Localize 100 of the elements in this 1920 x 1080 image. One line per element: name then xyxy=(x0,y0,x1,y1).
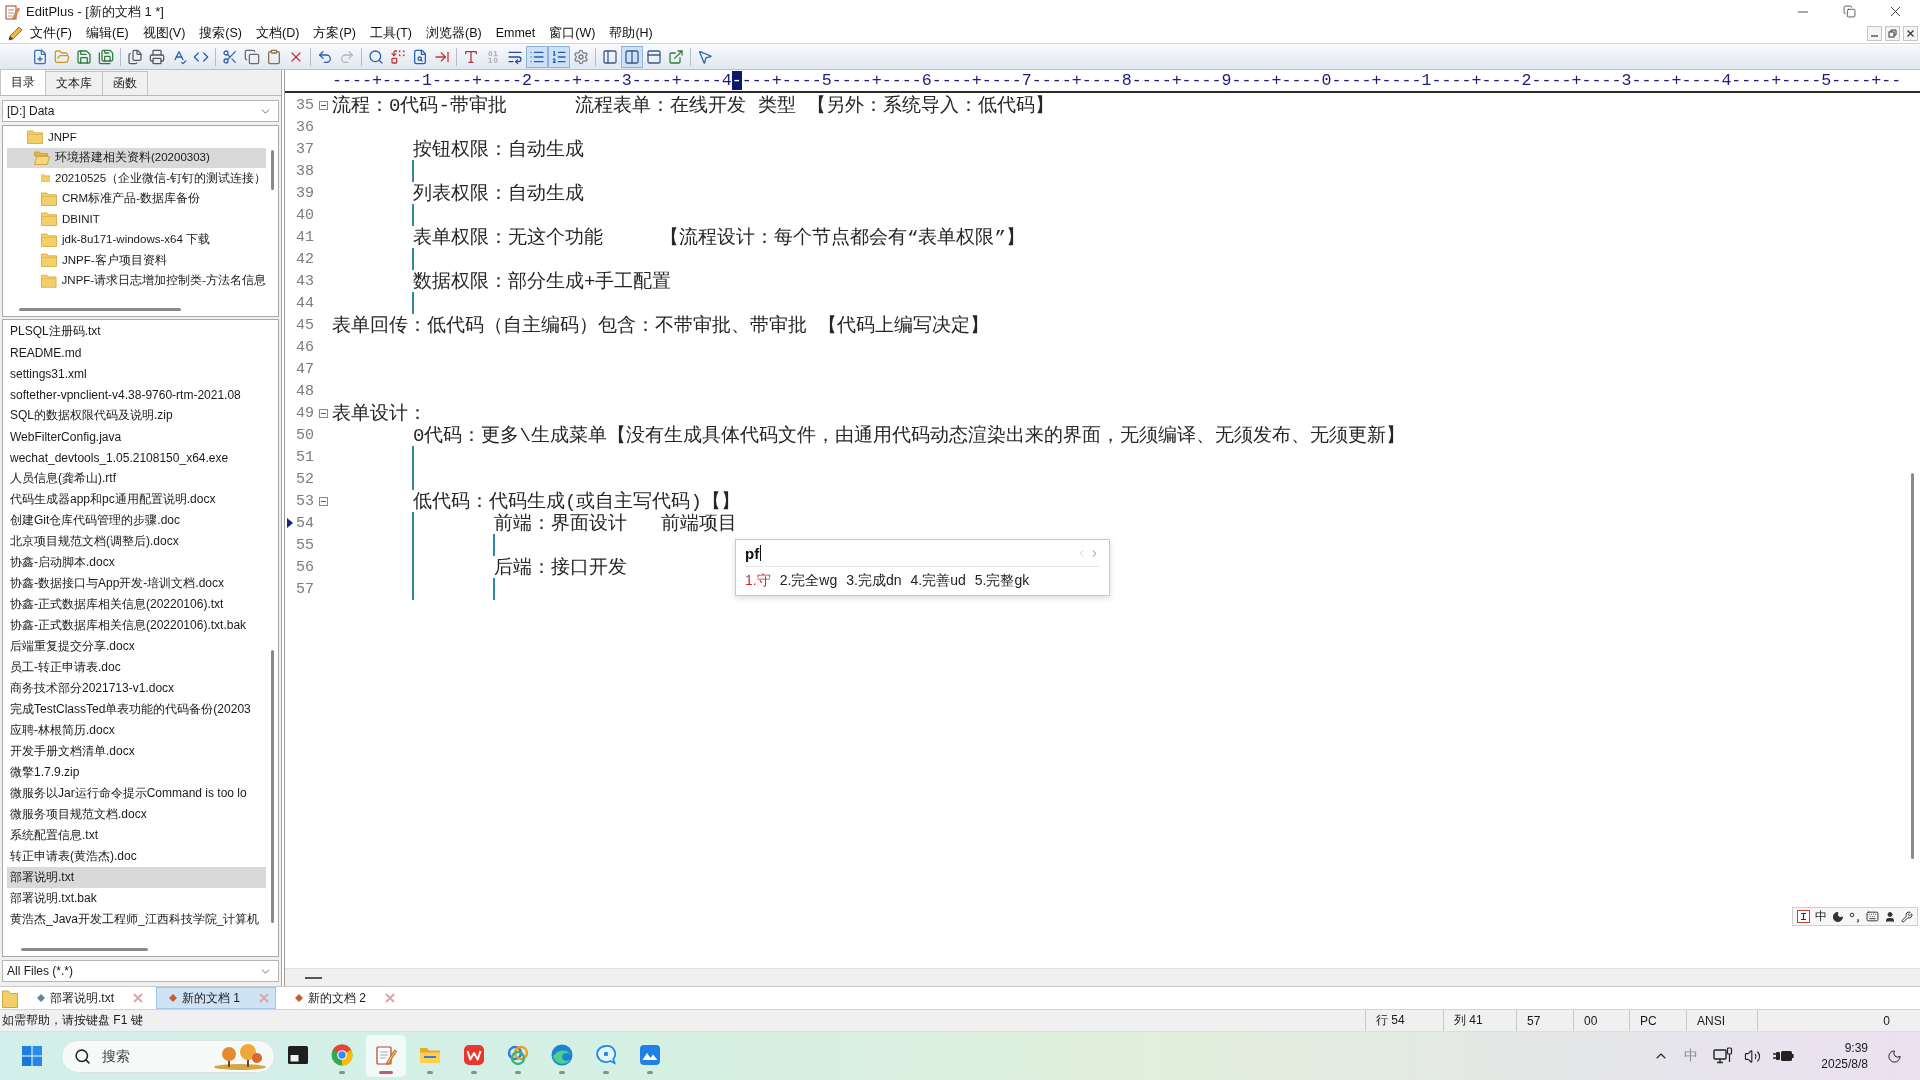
save-all-icon[interactable] xyxy=(98,48,114,65)
minimize-icon[interactable] xyxy=(1867,25,1882,41)
document-tab[interactable]: 部署说明.txt xyxy=(24,987,150,1009)
ime-candidate[interactable]: 3.完成dn xyxy=(846,572,902,590)
file-item[interactable]: 协鑫-数据接口与App开发-培训文档.docx xyxy=(7,573,266,594)
overlapping-rings-icon[interactable] xyxy=(506,1043,530,1067)
mountain-tile-icon[interactable] xyxy=(638,1043,662,1067)
menu-item[interactable]: 帮助(H) xyxy=(602,24,660,42)
input-method-icon[interactable] xyxy=(1797,910,1810,923)
ime-candidate[interactable]: 1.守 xyxy=(745,572,771,590)
moon-icon[interactable] xyxy=(1887,1048,1902,1064)
file-item[interactable]: 系统配置信息.txt xyxy=(7,825,266,846)
start-icon[interactable] xyxy=(22,1046,42,1066)
menu-item[interactable]: 编辑(E) xyxy=(78,24,136,42)
menu-item[interactable]: 文档(D) xyxy=(249,24,307,42)
file-item[interactable]: softether-vpnclient-v4.38-9760-rtm-2021.08 xyxy=(7,384,266,405)
scrollbar-thumb[interactable] xyxy=(19,307,181,311)
file-item[interactable]: 开发手册文档清单.docx xyxy=(7,741,266,762)
panel-tab[interactable]: 函数 xyxy=(102,71,148,95)
menu-item[interactable]: 文件(F) xyxy=(23,24,79,42)
spellcheck-icon[interactable] xyxy=(171,48,187,65)
file-item[interactable]: WebFilterConfig.java xyxy=(7,426,266,447)
file-item[interactable]: README.md xyxy=(7,342,266,363)
clock-time[interactable]: 9:39 xyxy=(1844,1041,1868,1055)
file-item[interactable]: 协鑫-正式数据库相关信息(20220106).txt.bak xyxy=(7,615,266,636)
tree-item[interactable]: CRM标准产品-数据库备份 xyxy=(7,188,266,209)
file-item[interactable]: 协鑫-启动脚本.docx xyxy=(7,552,266,573)
file-item[interactable]: wechat_devtools_1.05.2108150_x64.exe xyxy=(7,447,266,468)
tree-item[interactable]: JNPF xyxy=(7,127,266,148)
scrollbar-thumb[interactable] xyxy=(305,976,322,979)
menu-item[interactable]: 方案(P) xyxy=(306,24,363,42)
font-icon[interactable] xyxy=(463,48,479,65)
ime-candidate[interactable]: 4.完善ud xyxy=(910,572,966,590)
fold-icon[interactable] xyxy=(318,496,328,506)
file-item[interactable]: 微服务以Jar运行命令提示Command is too lo xyxy=(7,783,266,804)
file-item[interactable]: 部署说明.txt xyxy=(7,867,266,888)
close-icon[interactable] xyxy=(1903,25,1918,41)
user-icon[interactable] xyxy=(1884,910,1896,923)
menu-item[interactable]: 窗口(W) xyxy=(542,24,603,42)
file-item[interactable]: 部署说明.txt.bak xyxy=(7,888,266,909)
file-item[interactable]: 协鑫-正式数据库相关信息(20220106).txt xyxy=(7,594,266,615)
file-item[interactable]: 应聘-林根简历.docx xyxy=(7,720,266,741)
menu-item[interactable]: 视图(V) xyxy=(135,24,193,42)
file-item[interactable]: 员工-转正申请表.doc xyxy=(7,657,266,678)
pages-icon[interactable] xyxy=(127,48,143,65)
file-item[interactable]: settings31.xml xyxy=(7,363,266,384)
settings-icon[interactable] xyxy=(573,48,589,65)
file-item[interactable]: 完成TestClassTed单表功能的代码备份(20203 xyxy=(7,699,266,720)
save-icon[interactable] xyxy=(76,48,92,65)
search-icon[interactable] xyxy=(368,48,384,65)
panel-left-icon[interactable] xyxy=(602,48,618,65)
file-search-icon[interactable] xyxy=(412,48,428,65)
replace-icon[interactable] xyxy=(390,48,406,65)
file-item[interactable]: PLSQL注册码.txt xyxy=(7,321,266,342)
file-item[interactable]: 黄浩杰_Java开发工程师_江西科技学院_计算机 xyxy=(7,909,266,930)
copy-icon[interactable] xyxy=(244,48,260,65)
file-item[interactable]: 创建Git仓库代码管理的步骤.doc xyxy=(7,510,266,531)
tree-item[interactable]: jdk-8u171-windows-x64 下载 xyxy=(7,229,266,250)
tree-item[interactable]: JNPF-客户项目资料 xyxy=(7,250,266,271)
ime-mode[interactable]: 中 xyxy=(1815,908,1827,925)
ime-candidate[interactable]: 2.完全wg xyxy=(779,572,838,590)
wave-circle-icon[interactable] xyxy=(550,1043,574,1067)
scissors-icon[interactable] xyxy=(222,48,238,65)
file-item[interactable]: 人员信息(龚希山).rtf xyxy=(7,468,266,489)
file-item[interactable]: 微服务项目规范文档.docx xyxy=(7,804,266,825)
restore-icon[interactable] xyxy=(1842,5,1856,18)
network-monitor-icon[interactable] xyxy=(1713,1047,1734,1065)
drive-dropdown[interactable]: [D:] Data xyxy=(2,100,279,122)
moon-icon[interactable] xyxy=(1832,910,1844,923)
speaker-icon[interactable] xyxy=(1744,1047,1762,1065)
scrollbar-thumb[interactable] xyxy=(1911,473,1914,859)
punctuation-icon[interactable] xyxy=(1849,910,1861,923)
zigzag-logo-icon[interactable] xyxy=(462,1043,486,1067)
scrollbar-thumb[interactable] xyxy=(270,150,274,190)
file-item[interactable]: 北京项目规范文档(调整后).docx xyxy=(7,531,266,552)
file-item[interactable]: SQL的数据权限代码及说明.zip xyxy=(7,405,266,426)
tree-item[interactable]: 20210525（企业微信-钉钉的测试连接） xyxy=(7,168,266,189)
tricolor-circle-icon[interactable] xyxy=(330,1043,354,1067)
pointer-icon[interactable] xyxy=(697,48,713,65)
ime-candidate[interactable]: 5.完整gk xyxy=(974,572,1030,590)
panel-top-icon[interactable] xyxy=(646,48,662,65)
file-plus-icon[interactable] xyxy=(32,48,48,65)
clipboard-icon[interactable] xyxy=(266,48,282,65)
square-window-icon[interactable] xyxy=(286,1043,310,1067)
printer-icon[interactable] xyxy=(149,48,165,65)
undo-icon[interactable] xyxy=(317,48,333,65)
external-link-icon[interactable] xyxy=(668,48,684,65)
file-item[interactable]: 转正申请表(黄浩杰).doc xyxy=(7,846,266,867)
filter-dropdown[interactable]: All Files (*.*) xyxy=(2,960,279,982)
file-item[interactable]: 代码生成器app和pc通用配置说明.docx xyxy=(7,489,266,510)
file-item[interactable]: 后端重复提交分享.docx xyxy=(7,636,266,657)
battery-plug-icon[interactable] xyxy=(1772,1049,1795,1063)
menu-item[interactable]: Emmet xyxy=(488,26,543,40)
tree-item[interactable]: JNPF-请求日志增加控制类-方法名信息 xyxy=(7,270,266,291)
panel-tab[interactable]: 目录 xyxy=(0,69,46,95)
file-item[interactable]: 商务技术部分2021713-v1.docx xyxy=(7,678,266,699)
scrollbar-thumb[interactable] xyxy=(21,947,148,951)
chat-bubble-icon[interactable] xyxy=(594,1043,618,1067)
tree-item[interactable]: 环境搭建相关资料(20200303) xyxy=(7,147,266,168)
restore-icon[interactable] xyxy=(1885,25,1900,41)
